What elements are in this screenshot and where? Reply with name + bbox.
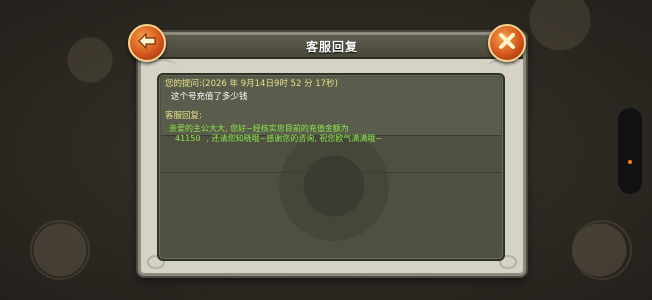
message-panel: 您的提问:(2026 年 9月14日9时 52 分 17秒) 这个号充值了多少钱…: [157, 73, 505, 261]
background-ornament: [572, 220, 632, 280]
reply-text-line-2: 41150 , 还请您知晓哦~感谢您的咨询, 祝您欧气满满哦~: [169, 133, 382, 144]
dragon-emblem-watermark: [279, 131, 389, 241]
side-handle[interactable]: [618, 108, 642, 194]
close-x-icon: [498, 32, 516, 55]
reply-label: 客服回复:: [165, 111, 202, 121]
dialog-title: 客服回复: [305, 40, 358, 54]
back-button[interactable]: [128, 24, 166, 62]
notification-dot: [628, 160, 632, 164]
arrow-left-icon: [137, 32, 157, 54]
question-text: 这个号充值了多少钱: [171, 92, 248, 102]
background-ornament: [30, 220, 90, 280]
recharge-amount: 41150: [175, 134, 201, 143]
customer-service-dialog: 客服回复 您的提问:(2026 年 9月14日9时 52 分 17秒) 这个号充…: [138, 32, 526, 276]
question-label: 您的提问:(2026 年 9月14日9时 52 分 17秒): [165, 79, 338, 89]
reply-text-line-2-rest: , 还请您知晓哦~感谢您的咨询, 祝您欧气满满哦~: [206, 134, 383, 143]
close-button[interactable]: [488, 24, 526, 62]
dialog-header: 客服回复: [141, 35, 523, 59]
divider: [161, 172, 501, 173]
